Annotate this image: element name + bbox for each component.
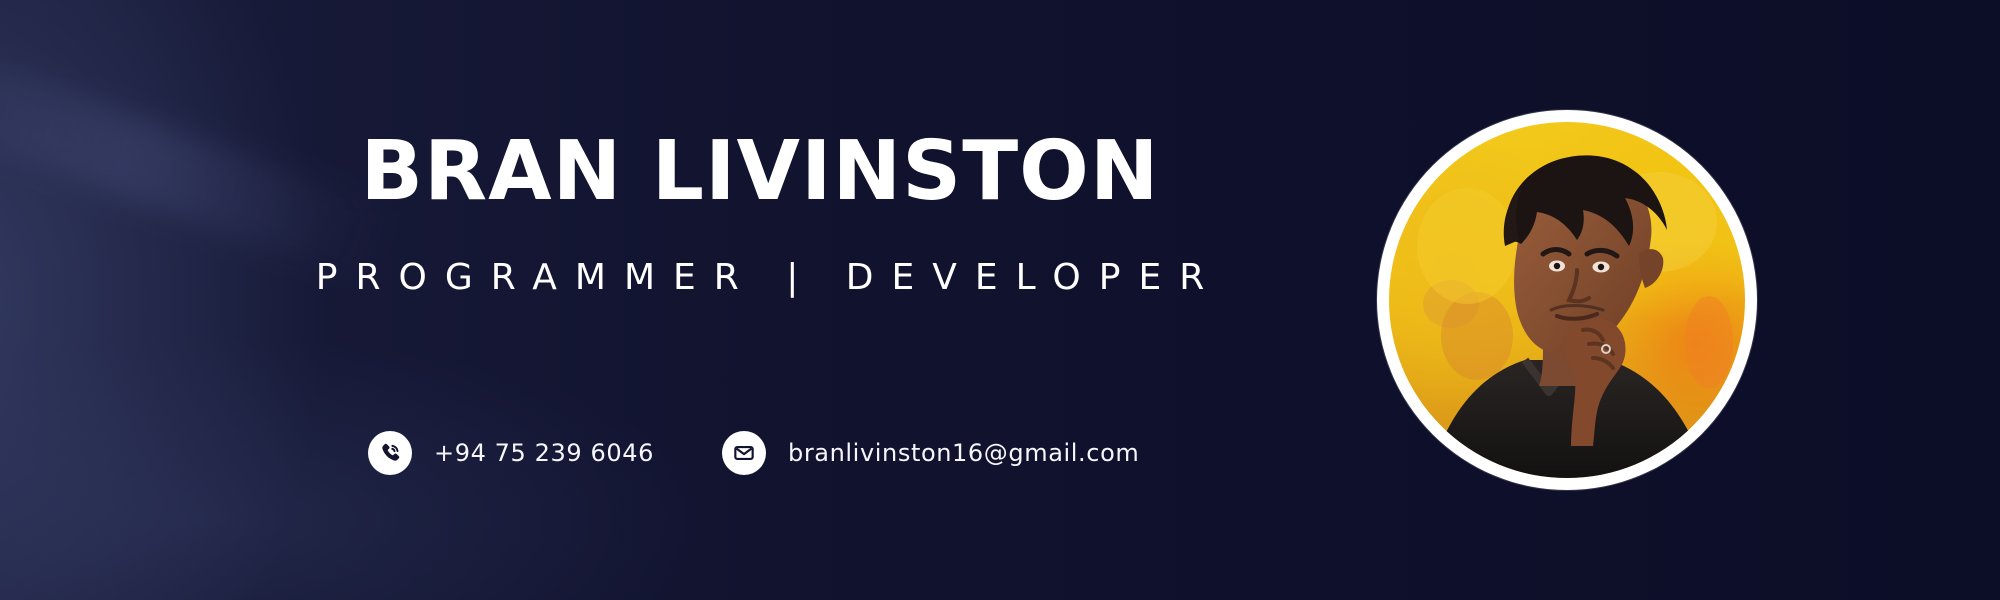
email-address[interactable]: branlivinston16@gmail.com	[788, 437, 1139, 469]
phone-number[interactable]: +94 75 239 6046	[434, 437, 654, 469]
email-contact[interactable]: branlivinston16@gmail.com	[722, 431, 1139, 475]
profile-photo-frame	[1377, 110, 1757, 490]
profile-photo	[1389, 122, 1745, 478]
profile-roles: PROGRAMMER | DEVELOPER	[315, 257, 1223, 298]
phone-icon	[368, 431, 412, 475]
phone-contact[interactable]: +94 75 239 6046	[368, 431, 654, 475]
profile-banner: BRAN LIVINSTON PROGRAMMER | DEVELOPER +9…	[0, 0, 2000, 600]
profile-name: BRAN LIVINSTON	[360, 124, 1160, 219]
mail-icon	[722, 431, 766, 475]
